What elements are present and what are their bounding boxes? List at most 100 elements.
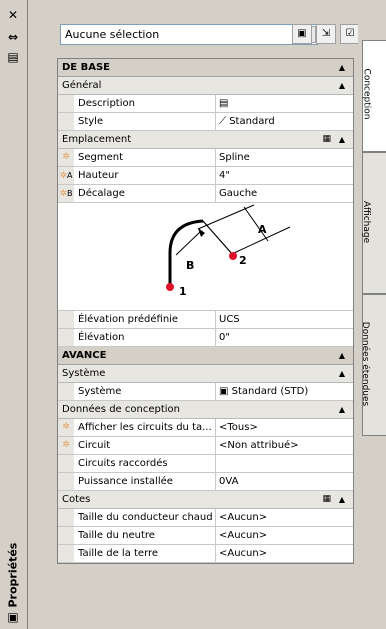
prop-description[interactable]: Description ▤	[58, 95, 353, 113]
prop-puissance-installee[interactable]: Puissance installée 0VA	[58, 473, 353, 491]
prop-value[interactable]: Gauche	[216, 185, 353, 202]
category-label: DE BASE	[62, 62, 111, 73]
prop-decalage[interactable]: ✲B Décalage Gauche	[58, 185, 353, 203]
prop-value[interactable]: ▣ Standard (STD)	[216, 383, 353, 400]
collapse-icon[interactable]: ▲	[339, 59, 345, 76]
group-label: Cotes	[62, 494, 91, 505]
close-icon[interactable]: ✕	[6, 8, 20, 22]
tab-affichage[interactable]: Affichage	[361, 152, 386, 294]
tab-conception[interactable]: Conception	[361, 40, 386, 152]
palette-title: Propriétés	[2, 540, 22, 610]
quick-select-button[interactable]: ▣	[292, 24, 312, 44]
group-label: Général	[62, 80, 102, 91]
leader-b	[175, 230, 202, 256]
collapse-icon[interactable]: ▲	[339, 77, 345, 94]
prop-taille-chaud[interactable]: Taille du conducteur chaud <Aucun>	[58, 509, 353, 527]
prop-name: Système	[74, 383, 216, 400]
prop-name: Segment	[74, 149, 216, 166]
prop-circuits-raccordes[interactable]: Circuits raccordés	[58, 455, 353, 473]
prop-value[interactable]: ▤	[216, 95, 353, 112]
palette-menu-icon[interactable]: ▤	[6, 50, 20, 64]
group-emplacement[interactable]: Emplacement ▦ ▲	[58, 131, 353, 149]
prop-circuit[interactable]: ✲ Circuit <Non attribué>	[58, 437, 353, 455]
collapse-icon[interactable]: ▲	[339, 131, 345, 148]
selection-dropdown[interactable]: Aucune sélection ▼	[60, 24, 318, 45]
prop-value[interactable]: <Aucun>	[216, 527, 353, 544]
prop-name: Puissance installée	[74, 473, 216, 490]
group-systeme[interactable]: Système ▲	[58, 365, 353, 383]
prop-segment[interactable]: ✲ Segment Spline	[58, 149, 353, 167]
dynamic-prop-icon: ✲	[58, 149, 74, 166]
prop-name: Taille de la terre	[74, 545, 216, 562]
prop-value[interactable]: <Aucun>	[216, 509, 353, 526]
prop-name: Taille du neutre	[74, 527, 216, 544]
dynamic-prop-icon: ✲A	[58, 167, 74, 184]
prop-value[interactable]: 0VA	[216, 473, 353, 490]
palette-title-bar: ✕ ⇔ ▤ Propriétés ▣	[0, 0, 28, 629]
group-cotes[interactable]: Cotes ▦ ▲	[58, 491, 353, 509]
category-label: AVANCE	[62, 350, 107, 361]
grip-2	[229, 252, 237, 260]
collapse-icon[interactable]: ▲	[339, 401, 345, 418]
prop-name: Décalage	[74, 185, 216, 202]
prop-value[interactable]: <Non attribué>	[216, 437, 353, 454]
prop-taille-neutre[interactable]: Taille du neutre <Aucun>	[58, 527, 353, 545]
calculator-icon[interactable]: ▦	[322, 491, 331, 508]
category-base[interactable]: DE BASE ▲	[58, 59, 353, 77]
auto-hide-icon[interactable]: ⇔	[6, 30, 20, 44]
prop-value[interactable]	[216, 455, 353, 472]
prop-value[interactable]: ⟋ Standard	[216, 113, 353, 130]
label-2: 2	[239, 254, 247, 267]
prop-name: Élévation	[74, 329, 216, 346]
prop-value[interactable]: <Aucun>	[216, 545, 353, 562]
prop-hauteur[interactable]: ✲A Hauteur 4"	[58, 167, 353, 185]
dim-line-b	[202, 220, 234, 256]
prop-name: Description	[74, 95, 216, 112]
prop-style[interactable]: Style ⟋ Standard	[58, 113, 353, 131]
side-tabs: Conception Affichage Données étendues	[358, 0, 386, 629]
prop-name: Élévation prédéfinie	[74, 311, 216, 328]
prop-taille-terre[interactable]: Taille de la terre <Aucun>	[58, 545, 353, 563]
collapse-icon[interactable]: ▲	[339, 365, 345, 382]
prop-value[interactable]: 4"	[216, 167, 353, 184]
prop-name: Taille du conducteur chaud	[74, 509, 216, 526]
selection-value: Aucune sélection	[65, 28, 160, 41]
collapse-icon[interactable]: ▲	[339, 491, 345, 508]
prop-name: Circuit	[74, 437, 216, 454]
prop-name: Circuits raccordés	[74, 455, 216, 472]
prop-elevation[interactable]: Élévation 0"	[58, 329, 353, 347]
group-label: Système	[62, 368, 106, 379]
select-objects-button[interactable]: ⇲	[316, 24, 336, 44]
description-editor-icon[interactable]: ▤	[219, 98, 228, 109]
property-grid: DE BASE ▲ Général ▲ Description ▤ Style …	[57, 58, 354, 564]
label-a: A	[258, 223, 267, 236]
prop-elevation-predefinie[interactable]: Élévation prédéfinie UCS	[58, 311, 353, 329]
prop-value[interactable]: UCS	[216, 311, 353, 328]
curve-path	[168, 219, 204, 285]
group-general[interactable]: Général ▲	[58, 77, 353, 95]
toggle-pickadd-button[interactable]: ☑	[340, 24, 360, 44]
group-label: Données de conception	[62, 404, 180, 415]
collapse-icon[interactable]: ▲	[339, 347, 345, 364]
location-info-icon[interactable]: ▦	[322, 131, 331, 148]
dynamic-prop-icon: ✲	[58, 437, 74, 454]
label-b: B	[186, 259, 194, 272]
prop-value[interactable]: <Tous>	[216, 419, 353, 436]
group-label: Emplacement	[62, 134, 132, 145]
group-donnees-conception[interactable]: Données de conception ▲	[58, 401, 353, 419]
category-avance[interactable]: AVANCE ▲	[58, 347, 353, 365]
segment-diagram: A B 1 2	[58, 203, 353, 311]
tab-donnees-etendues[interactable]: Données étendues	[360, 294, 386, 436]
prop-name: Style	[74, 113, 216, 130]
palette-settings-icon[interactable]: ▣	[6, 610, 20, 624]
prop-name: Afficher les circuits du ta...	[74, 419, 216, 436]
system-icon: ▣	[219, 386, 232, 397]
style-icon: ⟋	[219, 116, 230, 127]
prop-systeme[interactable]: Système ▣ Standard (STD)	[58, 383, 353, 401]
prop-afficher-circuits[interactable]: ✲ Afficher les circuits du ta... <Tous>	[58, 419, 353, 437]
tab-label: Affichage	[361, 200, 372, 244]
prop-value[interactable]: Spline	[216, 149, 353, 166]
tab-label: Conception	[361, 68, 372, 120]
prop-value[interactable]: 0"	[216, 329, 353, 346]
dynamic-prop-icon: ✲B	[58, 185, 74, 202]
